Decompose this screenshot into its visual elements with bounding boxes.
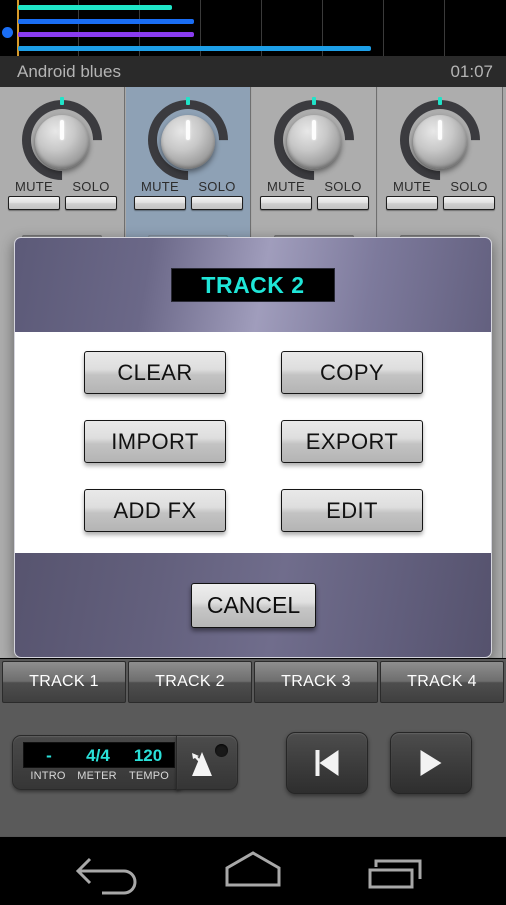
tempo-value: 120 bbox=[133, 746, 163, 765]
mute-button-3[interactable] bbox=[260, 196, 312, 210]
tab-track-3[interactable]: TRACK 3 bbox=[254, 661, 378, 703]
dialog-body: CLEAR COPY IMPORT EXPORT ADD FX EDIT bbox=[15, 332, 491, 553]
tab-track-4[interactable]: TRACK 4 bbox=[380, 661, 504, 703]
solo-button-4[interactable] bbox=[443, 196, 495, 210]
knob-cap[interactable] bbox=[161, 115, 215, 169]
track-options-dialog: TRACK 2 CLEAR COPY IMPORT EXPORT ADD FX … bbox=[14, 237, 492, 658]
dialog-footer: CANCEL bbox=[15, 553, 491, 657]
solo-button-2[interactable] bbox=[191, 196, 243, 210]
song-name: Android blues bbox=[17, 62, 121, 81]
volume-knob-1[interactable] bbox=[5, 83, 119, 197]
copy-button[interactable]: COPY bbox=[281, 351, 423, 394]
intro-label: INTRO bbox=[30, 770, 66, 782]
knob-indicator bbox=[312, 120, 316, 140]
clear-button[interactable]: CLEAR bbox=[84, 351, 226, 394]
transport-bar: - 4/4 120 INTRO METER TEMPO bbox=[0, 703, 506, 836]
knob-cap[interactable] bbox=[413, 115, 467, 169]
solo-label-2: SOLO bbox=[198, 179, 236, 194]
volume-knob-3[interactable] bbox=[257, 83, 371, 197]
elapsed-time: 01:07 bbox=[450, 62, 493, 81]
mute-label-4: MUTE bbox=[392, 179, 432, 194]
knob-tick-icon bbox=[312, 97, 316, 105]
solo-label-3: SOLO bbox=[324, 179, 362, 194]
play-button[interactable] bbox=[390, 732, 472, 794]
export-button[interactable]: EXPORT bbox=[281, 420, 423, 463]
volume-knob-2[interactable] bbox=[131, 83, 245, 197]
timeline-gridline bbox=[444, 0, 445, 56]
song-settings-display[interactable]: - 4/4 120 INTRO METER TEMPO bbox=[12, 735, 184, 790]
rewind-icon bbox=[315, 750, 339, 776]
knob-tick-icon bbox=[60, 97, 64, 105]
knob-indicator bbox=[60, 120, 64, 140]
add-fx-button[interactable]: ADD FX bbox=[84, 489, 226, 532]
edit-button[interactable]: EDIT bbox=[281, 489, 423, 532]
track-1-clip[interactable] bbox=[18, 5, 172, 10]
knob-tick-icon bbox=[186, 97, 190, 105]
mute-button-4[interactable] bbox=[386, 196, 438, 210]
mute-button-1[interactable] bbox=[8, 196, 60, 210]
tab-track-2[interactable]: TRACK 2 bbox=[128, 661, 252, 703]
play-icon bbox=[420, 750, 442, 776]
recents-button[interactable] bbox=[310, 837, 478, 900]
solo-button-3[interactable] bbox=[317, 196, 369, 210]
cancel-button[interactable]: CANCEL bbox=[191, 583, 316, 628]
lcd-screen: - 4/4 120 bbox=[23, 742, 175, 768]
track-3-clip[interactable] bbox=[18, 32, 194, 37]
track-tab-bar: TRACK 1 TRACK 2 TRACK 3 TRACK 4 bbox=[0, 659, 506, 703]
solo-button-1[interactable] bbox=[65, 196, 117, 210]
mute-label-3: MUTE bbox=[266, 179, 306, 194]
knob-tick-icon bbox=[438, 97, 442, 105]
rewind-to-start-button[interactable] bbox=[286, 732, 368, 794]
mute-button-2[interactable] bbox=[134, 196, 186, 210]
dialog-title-display: TRACK 2 bbox=[171, 268, 335, 302]
metronome-icon bbox=[192, 752, 212, 776]
knob-cap[interactable] bbox=[35, 115, 89, 169]
solo-label-4: SOLO bbox=[450, 179, 488, 194]
timeline-gridline bbox=[383, 0, 384, 56]
intro-value: - bbox=[46, 746, 52, 765]
tab-track-1[interactable]: TRACK 1 bbox=[2, 661, 126, 703]
dialog-header: TRACK 2 bbox=[15, 238, 491, 332]
knob-cap[interactable] bbox=[287, 115, 341, 169]
song-title-bar: Android blues 01:07 bbox=[0, 56, 506, 87]
app-root: Android blues 01:07 MUTE SOLO MUTE SOLO MUTE… bbox=[0, 0, 506, 900]
mute-label-1: MUTE bbox=[14, 179, 54, 194]
import-button[interactable]: IMPORT bbox=[84, 420, 226, 463]
track-4-clip[interactable] bbox=[18, 46, 371, 51]
solo-label-1: SOLO bbox=[72, 179, 110, 194]
dialog-title: TRACK 2 bbox=[201, 272, 305, 298]
knob-indicator bbox=[438, 120, 442, 140]
mute-label-2: MUTE bbox=[140, 179, 180, 194]
knob-indicator bbox=[186, 120, 190, 140]
meter-value: 4/4 bbox=[86, 746, 110, 765]
android-navigation-bar bbox=[0, 836, 506, 900]
volume-knob-4[interactable] bbox=[383, 83, 497, 197]
recents-icon bbox=[368, 859, 422, 889]
timeline-overview[interactable] bbox=[0, 0, 506, 56]
loop-marker-icon[interactable] bbox=[2, 27, 13, 38]
tempo-label: TEMPO bbox=[128, 770, 170, 782]
track-2-clip[interactable] bbox=[18, 19, 194, 24]
meter-label: METER bbox=[77, 770, 117, 782]
metronome-button[interactable] bbox=[176, 735, 238, 790]
